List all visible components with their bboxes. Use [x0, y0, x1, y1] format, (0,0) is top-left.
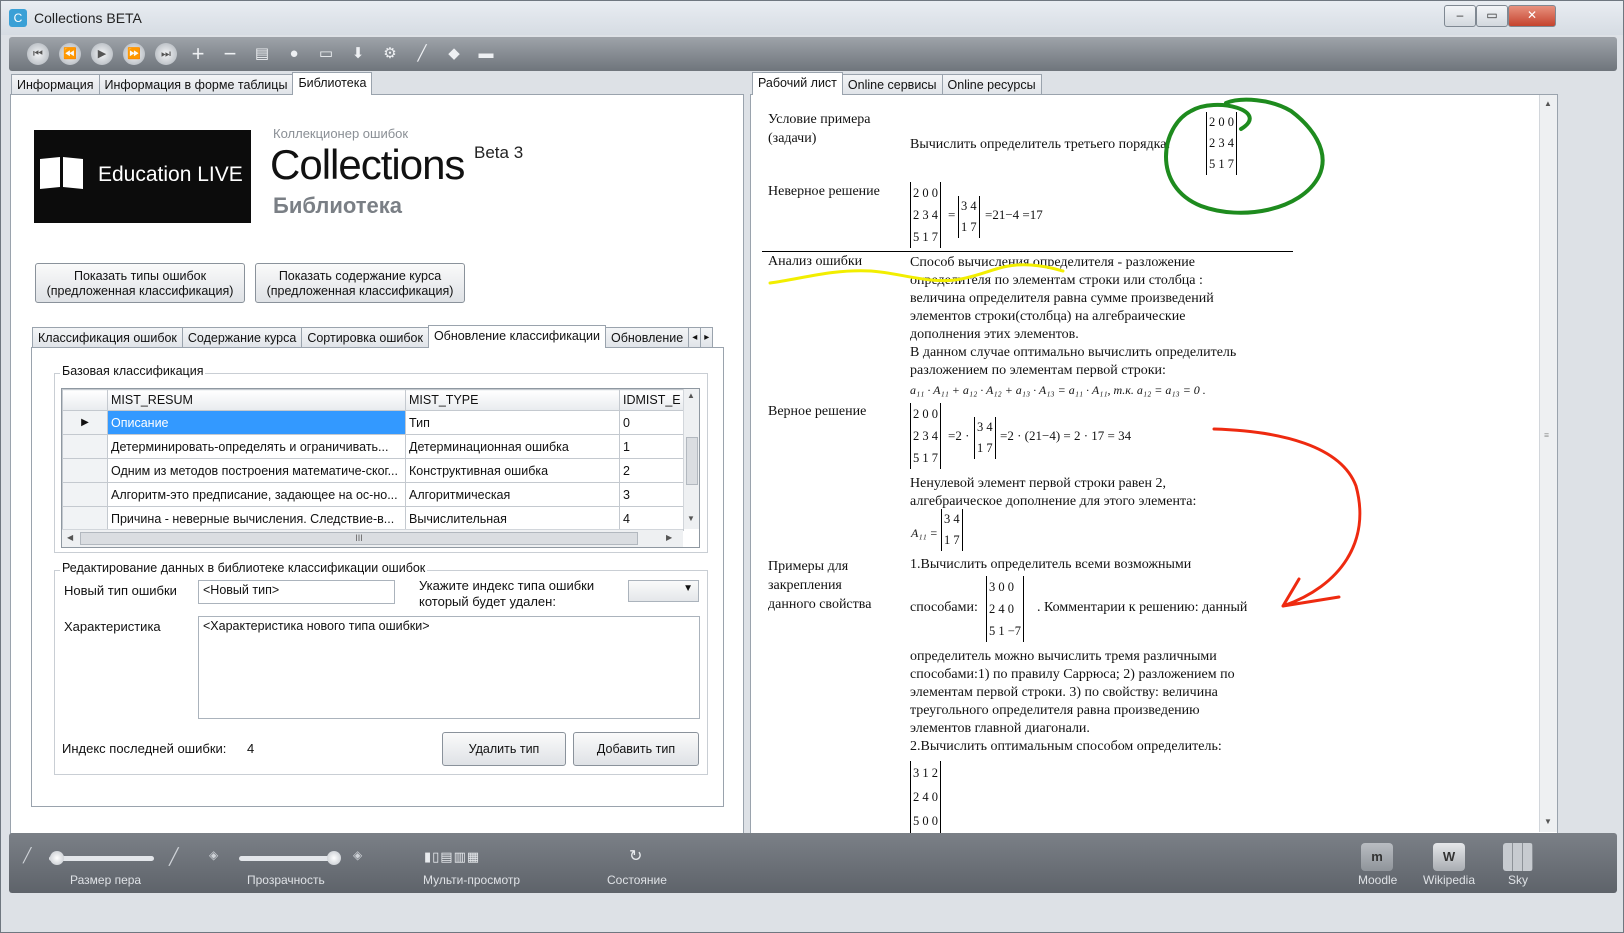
pen-size-slider[interactable]: [49, 856, 154, 861]
bottom-bar: ╱ ╱ Размер пера ◈ ◈ Прозрачность ▮▯▤▥▦ М…: [9, 833, 1617, 893]
wikipedia-label[interactable]: Wikipedia: [1423, 873, 1475, 887]
annotation-layer: [768, 97, 1362, 608]
pen-small-icon: ╱: [23, 847, 32, 863]
wikipedia-icon[interactable]: W: [1433, 843, 1465, 871]
multi-view-label: Мульти-просмотр: [423, 873, 521, 887]
transparency-low-icon: ◈: [209, 848, 219, 862]
green-annotation-circle: [1164, 97, 1325, 215]
state-label: Состояние: [607, 873, 667, 887]
moodle-label[interactable]: Moodle: [1358, 873, 1397, 887]
tab-worksheet[interactable]: Рабочий лист: [752, 72, 843, 95]
transparency-knob[interactable]: [327, 851, 341, 865]
app-window: C Collections BETA ‒ ▭ ✕ ⏮ ⏪ ▶ ⏩ ⏭ + − ▤…: [0, 0, 1624, 933]
pen-size-knob[interactable]: [50, 851, 64, 865]
transparency-label: Прозрачность: [247, 873, 325, 887]
yellow-annotation-underline: [768, 263, 1065, 285]
tab-library[interactable]: Библиотека: [292, 72, 373, 95]
refresh-icon[interactable]: ↻: [629, 846, 642, 866]
pen-large-icon: ╱: [169, 849, 179, 866]
transparency-slider[interactable]: [239, 856, 339, 861]
tab-update-classification[interactable]: Обновление классификации: [427, 325, 607, 348]
multi-view-icons[interactable]: ▮▯▤▥▦: [424, 849, 480, 865]
moodle-icon[interactable]: m: [1361, 843, 1393, 871]
pen-size-label: Размер пера: [70, 873, 142, 887]
transparency-high-icon: ◈: [353, 848, 363, 862]
red-annotation-arrow: [1212, 427, 1362, 608]
sky-label[interactable]: Sky: [1508, 873, 1528, 887]
sky-icon[interactable]: [1503, 843, 1533, 871]
